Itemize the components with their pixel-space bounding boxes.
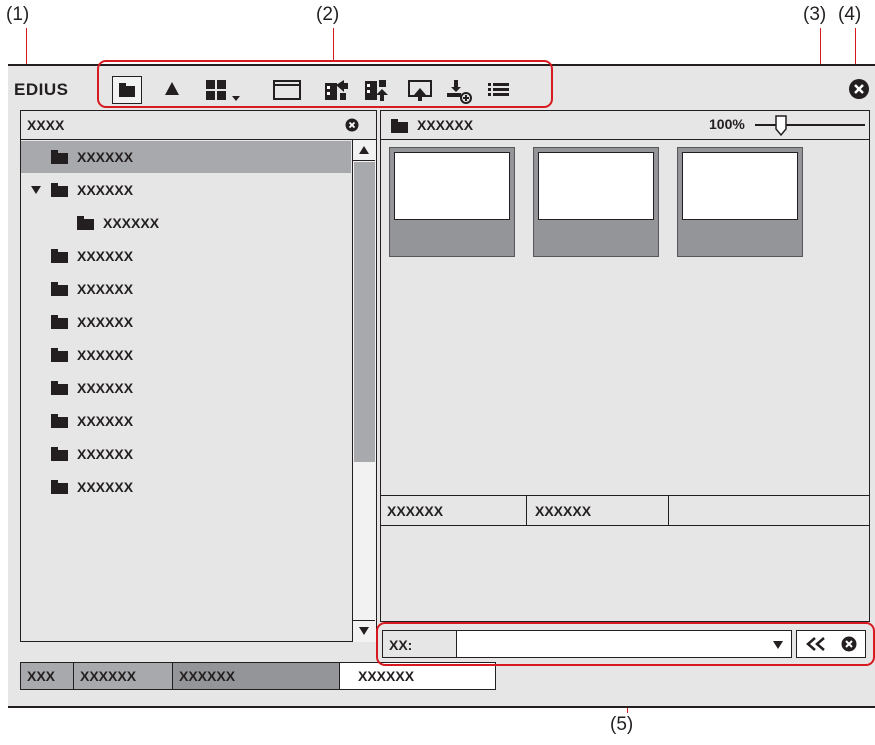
clip-view: XXXXXX 100% [380,110,870,496]
folder-tree-item-label: XXXXXX [77,182,134,198]
folder-panel-title: XXXX [27,117,65,133]
clip-thumbnail[interactable] [389,147,515,257]
properties-panel: XXXXXX XXXXXX [380,496,870,622]
folder-tree-item-label: XXXXXX [77,281,134,297]
folder-tree-item-label: XXXXXX [77,248,134,264]
zoom-slider-handle[interactable] [774,115,788,137]
tab-0[interactable]: XXX [20,662,74,690]
clip-thumbnail-image [538,152,654,220]
folder-panel: XXXX XXXXXX XXXXXX XXXXXX XXXXXX XXXXXX XXXXX… [20,110,377,642]
folder-tree-item[interactable]: XXXXXX [21,207,351,239]
folder-tree-item[interactable]: XXXXXX [21,438,351,470]
folder-tree-item-label: XXXXXX [77,149,134,165]
folder-icon [51,150,68,164]
folder-icon [51,414,68,428]
folder-scrollbar[interactable] [352,140,376,642]
thumbnail-grid [389,147,859,267]
callout-2: (2) [316,4,340,25]
folder-tree-item-label: XXXXXX [77,347,134,363]
tab-2[interactable]: XXXXXX [172,662,340,690]
close-icon [345,118,359,132]
app-title: EDIUS [14,80,69,99]
folder-icon [51,348,68,362]
clip-thumbnail[interactable] [533,147,659,257]
folder-icon [51,183,68,197]
clip-view-folder-icon [391,119,408,133]
scroll-thumb[interactable] [354,162,375,462]
scroll-down-button[interactable] [359,627,369,635]
folder-icon [51,282,68,296]
folder-tree-item[interactable]: XXXXXX [21,471,351,503]
folder-tree-item[interactable]: XXXXXX [21,372,351,404]
folder-tree-item-label: XXXXXX [77,314,134,330]
properties-column-2[interactable]: XXXXXX [527,496,669,526]
properties-column-1[interactable]: XXXXXX [381,496,527,526]
clip-thumbnail[interactable] [677,147,803,257]
folder-icon [77,216,94,230]
properties-header: XXXXXX XXXXXX [381,496,869,526]
tab-3[interactable]: XXXXXX [339,662,496,690]
folder-icon [51,315,68,329]
expand-caret-icon[interactable] [31,186,41,194]
folder-panel-close-button[interactable] [345,118,359,132]
callout-1: (1) [6,4,30,25]
folder-tree-item-label: XXXXXX [77,446,134,462]
caret-down-icon [359,627,369,635]
folder-tree-item-label: XXXXXX [77,479,134,495]
folder-tree-item[interactable]: XXXXXX [21,174,351,206]
scroll-up-button[interactable] [359,146,369,154]
callout-5: (5) [610,714,634,735]
bin-window: EDIUS XXXX XXXXXX XXXXXX XXXXXX XXXXXX X… [8,64,875,708]
folder-tree-item-label: XXXXXX [77,413,134,429]
leader-line-2 [333,28,334,61]
folder-icon [51,480,68,494]
folder-tree-item[interactable]: XXXXXX [21,141,351,173]
folder-tree-item[interactable]: XXXXXX [21,339,351,371]
clip-view-path: XXXXXX [417,117,474,133]
clip-thumbnail-image [394,152,510,220]
folder-tree-item[interactable]: XXXXXX [21,405,351,437]
folder-tree-item[interactable]: XXXXXX [21,240,351,272]
properties-column-3[interactable] [669,496,869,526]
folder-icon [391,119,408,133]
folder-icon [51,447,68,461]
folder-tree-item[interactable]: XXXXXX [21,306,351,338]
callout-4: (4) [838,4,862,25]
folder-tree-item-label: XXXXXX [77,380,134,396]
clip-thumbnail-image [682,152,798,220]
folder-tree-item-label: XXXXXX [103,215,160,231]
close-icon [849,79,869,99]
zoom-slider[interactable] [755,115,865,137]
folder-icon [51,249,68,263]
highlight-toolbar [97,60,553,108]
callout-3: (3) [803,4,827,25]
folder-tree-item[interactable]: XXXXXX [21,273,351,305]
highlight-search-bar [376,622,875,666]
window-close-button[interactable] [848,78,870,100]
caret-up-icon [359,146,369,154]
zoom-level: 100% [709,116,745,132]
bottom-tab-bar: XXX XXXXXX XXXXXX XXXXXX [20,662,496,690]
tab-1[interactable]: XXXXXX [73,662,173,690]
folder-icon [51,381,68,395]
